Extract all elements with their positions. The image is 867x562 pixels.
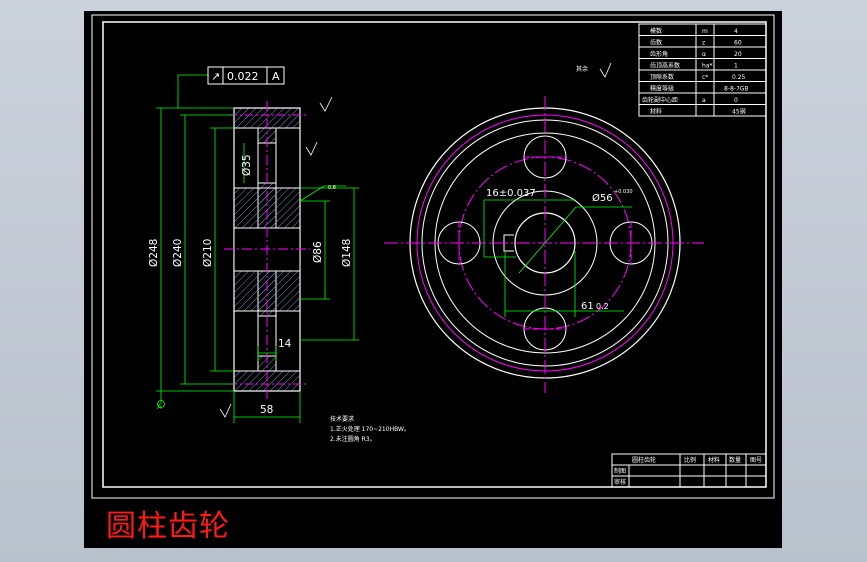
dim-w58: 58 — [260, 404, 273, 416]
tech-line-2: 2.未注圆角 R3。 — [330, 435, 376, 443]
param-label: 齿形角 — [650, 50, 668, 58]
section-view — [224, 101, 310, 401]
param-label: 齿顶高系数 — [650, 62, 680, 70]
dim-d240: Ø240 — [172, 239, 184, 267]
tolerance-value: 0.022 — [227, 70, 259, 83]
dim-d148: Ø148 — [341, 239, 353, 267]
title-block-header: 比例 — [684, 456, 696, 464]
dim-key-depth-tol: 0.2 — [596, 302, 609, 311]
param-label: 齿数 — [650, 39, 662, 47]
param-label: 模数 — [650, 27, 662, 35]
dim-d35: Ø35 — [241, 154, 253, 176]
tech-line-1: 1.正火处理 170~210HBW。 — [330, 425, 410, 433]
drawing-canvas: Ø248 Ø240 Ø210 Ø35 Ø86 Ø148 14 58 0.8 A … — [84, 11, 782, 548]
param-symbol: ha* — [702, 63, 712, 70]
param-label: 顶隙系数 — [650, 73, 674, 81]
cad-drawing: Ø248 Ø240 Ø210 Ø35 Ø86 Ø148 14 58 0.8 A … — [91, 14, 775, 499]
dim-key-depth: 61 — [581, 301, 594, 312]
param-label: 精度等级 — [650, 85, 674, 93]
param-symbol: α — [702, 51, 706, 58]
param-value: 60 — [734, 40, 742, 47]
dim-chamfer: 0.8 — [328, 185, 336, 191]
title-block-header: 数量 — [729, 456, 741, 464]
title-block-name: 圆柱齿轮 — [632, 456, 656, 464]
param-value: 0.25 — [732, 74, 746, 81]
parameter-table: 模数 m 4 齿数 z 60 齿形角 α 20 齿顶高系数 ha* 1 顶隙系数… — [638, 23, 767, 117]
dim-d210: Ø210 — [202, 239, 214, 267]
tech-requirements: 技术要求 1.正火处理 170~210HBW。 2.未注圆角 R3。 — [330, 415, 410, 443]
param-symbol: m — [702, 28, 708, 35]
title-block-drawn: 制图 — [614, 467, 626, 475]
dim-bore: Ø56 — [592, 192, 613, 204]
tech-heading: 技术要求 — [330, 415, 354, 423]
param-value: 45钢 — [732, 108, 746, 116]
param-symbol: c* — [702, 74, 708, 81]
roughness-icon — [305, 141, 318, 156]
param-value: 4 — [734, 28, 738, 35]
dim-w14: 14 — [278, 338, 292, 350]
runout-icon: ↗ — [211, 70, 220, 83]
roughness-icon — [599, 62, 612, 78]
param-label: 材料 — [650, 108, 662, 116]
param-label: 齿轮副中心距 — [642, 96, 678, 104]
param-value: 20 — [734, 51, 742, 58]
roughness-note: 其余 — [576, 65, 588, 73]
param-value: 8-8-7GB — [724, 86, 749, 93]
param-value: 0 — [734, 97, 738, 104]
dim-d86: Ø86 — [312, 241, 324, 263]
tolerance-datum: A — [272, 70, 280, 83]
title-block-header: 材料 — [708, 456, 720, 464]
title-block-checked: 审核 — [614, 478, 626, 486]
dim-bore-tol: +0.030 — [614, 189, 633, 195]
page-title: 圆柱齿轮 — [106, 509, 230, 544]
dim-d248: Ø248 — [148, 239, 160, 267]
roughness-icon — [319, 96, 333, 112]
roughness-icon — [219, 403, 232, 418]
title-block-header: 图号 — [750, 457, 762, 464]
tolerance-frame: ↗ 0.022 A — [207, 66, 285, 85]
dim-key-width: 16±0.037 — [486, 188, 536, 199]
title-block: 圆柱齿轮 比例 材料 数量 图号 制图 审核 — [611, 453, 767, 488]
param-symbol: z — [702, 40, 705, 47]
param-value: 1 — [734, 63, 738, 70]
param-symbol: a — [702, 97, 706, 104]
datum-label: A — [157, 403, 162, 411]
